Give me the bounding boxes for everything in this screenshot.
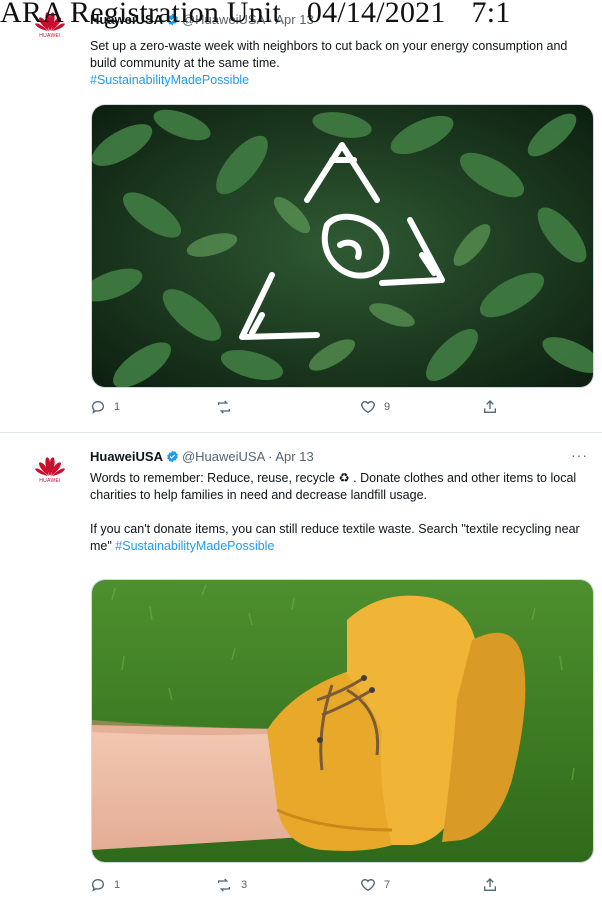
author-handle-date[interactable]: @HuaweiUSA · Apr 13 [182, 449, 314, 464]
heart-icon [361, 878, 375, 892]
stamp-date: 04/14/2021 [306, 0, 446, 29]
avatar[interactable]: HUAWEI [30, 455, 70, 484]
tweet-image-sneakers[interactable] [91, 579, 594, 863]
like-count: 7 [384, 879, 391, 891]
tweet-header: HuaweiUSA @HuaweiUSA · Apr 13 [90, 449, 314, 464]
verified-badge-icon [167, 450, 178, 463]
retweet-icon [218, 400, 230, 414]
author-name[interactable]: HuaweiUSA [90, 449, 163, 464]
reply-button[interactable]: 1 [90, 877, 120, 893]
share-button[interactable] [482, 399, 498, 415]
share-icon [484, 878, 496, 891]
like-button[interactable]: 7 [360, 877, 390, 893]
recycle-leaves-image [92, 105, 593, 387]
retweet-button[interactable] [215, 399, 241, 415]
retweet-button[interactable]: 3 [215, 877, 247, 893]
share-button[interactable] [482, 877, 498, 893]
huawei-logo-icon [35, 457, 65, 476]
hashtag-link[interactable]: #SustainabilityMadePossible [115, 539, 274, 553]
tweet-text: Set up a zero-waste week with neighbors … [90, 38, 590, 89]
retweet-count: 3 [241, 879, 248, 891]
retweet-icon [218, 878, 230, 892]
stamp-time: 7:1 [471, 0, 511, 29]
reply-count: 1 [114, 401, 121, 413]
tweet-image-leaves[interactable] [91, 104, 594, 388]
heart-icon [361, 400, 375, 414]
reply-button[interactable]: 1 [90, 399, 120, 415]
share-icon [484, 400, 496, 413]
reply-icon [91, 400, 105, 414]
tweet-actions: 1 3 7 [90, 877, 590, 897]
tweet-text: Words to remember: Reduce, reuse, recycl… [90, 470, 590, 555]
more-options-button[interactable]: ··· [571, 447, 588, 463]
like-button[interactable]: 9 [360, 399, 390, 415]
hashtag-link[interactable]: #SustainabilityMadePossible [90, 73, 249, 87]
registration-stamp: ARA Registration Unit 04/14/2021 7:1 [0, 0, 510, 30]
huawei-logo-text: HUAWEI [39, 478, 61, 484]
tweet-paragraph: Words to remember: Reduce, reuse, recycl… [90, 471, 577, 502]
tweet-actions: 1 9 [90, 399, 590, 419]
stamp-label: ARA Registration Unit [0, 0, 281, 29]
like-count: 9 [384, 401, 391, 413]
tweet-2[interactable]: HUAWEI HuaweiUSA @HuaweiUSA · Apr 13 ··· … [0, 433, 602, 909]
yellow-sneakers-image [92, 580, 593, 862]
reply-icon [91, 878, 105, 892]
reply-count: 1 [114, 879, 121, 891]
tweet-paragraph: Set up a zero-waste week with neighbors … [90, 39, 568, 70]
tweet-1[interactable]: HUAWEI HuaweiUSA @HuaweiUSA · Apr 13 Set … [0, 0, 602, 432]
huawei-logo-text: HUAWEI [39, 33, 61, 39]
